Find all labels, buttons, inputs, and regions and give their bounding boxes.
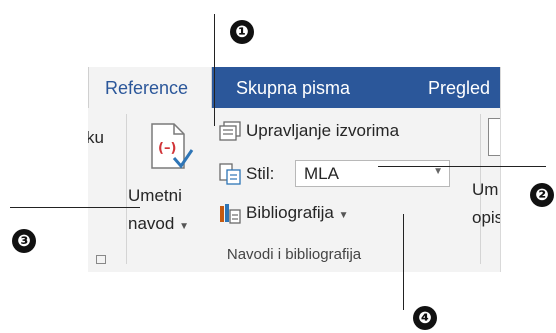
chevron-down-icon: ▼	[338, 210, 349, 221]
callout-line-2	[378, 166, 546, 167]
ribbon: Reference Skupna pisma Pregled ku (–) Um…	[88, 67, 501, 272]
svg-text:(–): (–)	[158, 141, 176, 156]
callout-badge-3: ❸	[12, 229, 36, 253]
tab-mailings[interactable]: Skupna pisma	[236, 67, 350, 108]
partial-right-icon	[488, 118, 500, 156]
style-icon	[219, 163, 241, 185]
partial-right-label-line2[interactable]: opis	[472, 208, 500, 228]
partial-right-label-line1[interactable]: Um	[472, 180, 498, 200]
bibliography-icon	[220, 204, 241, 224]
tab-reference[interactable]: Reference	[88, 67, 212, 108]
manage-sources-label: Upravljanje izvorima	[246, 121, 400, 140]
callout-badge-1: ❶	[230, 20, 254, 44]
callout-line-1	[214, 14, 215, 126]
bibliography-button[interactable]: Bibliografija ▼	[218, 200, 418, 230]
insert-citation-button[interactable]: (–) Umetni navod ▼	[128, 114, 206, 238]
chevron-down-icon: ▼	[179, 221, 189, 232]
style-label: Stil:	[246, 164, 275, 183]
callout-badge-4: ❹	[413, 306, 437, 330]
bibliography-label: Bibliografija ▼	[246, 203, 349, 222]
style-select[interactable]: MLA ▼	[295, 160, 450, 187]
callout-badge-2: ❷	[530, 183, 554, 207]
manage-sources-icon	[219, 121, 241, 141]
style-select-value: MLA	[304, 164, 339, 183]
chevron-down-icon[interactable]: ▼	[433, 166, 443, 177]
ribbon-tab-bar: Reference Skupna pisma Pregled	[88, 67, 500, 108]
insert-citation-label-line2: navod ▼	[128, 214, 189, 233]
ribbon-body: ku (–) Umetni navod ▼ Upravlja	[88, 108, 500, 272]
callout-line-4	[403, 214, 404, 310]
callout-line-3	[10, 207, 140, 208]
tab-review[interactable]: Pregled	[428, 67, 490, 108]
group-separator	[126, 114, 127, 264]
insert-citation-icon: (–)	[151, 123, 194, 169]
partial-left-label[interactable]: ku	[88, 128, 104, 148]
group-label: Navodi i bibliografija	[226, 246, 362, 263]
manage-sources-button[interactable]: Upravljanje izvorima	[218, 118, 448, 148]
insert-citation-label-line1: Umetni	[128, 186, 182, 205]
